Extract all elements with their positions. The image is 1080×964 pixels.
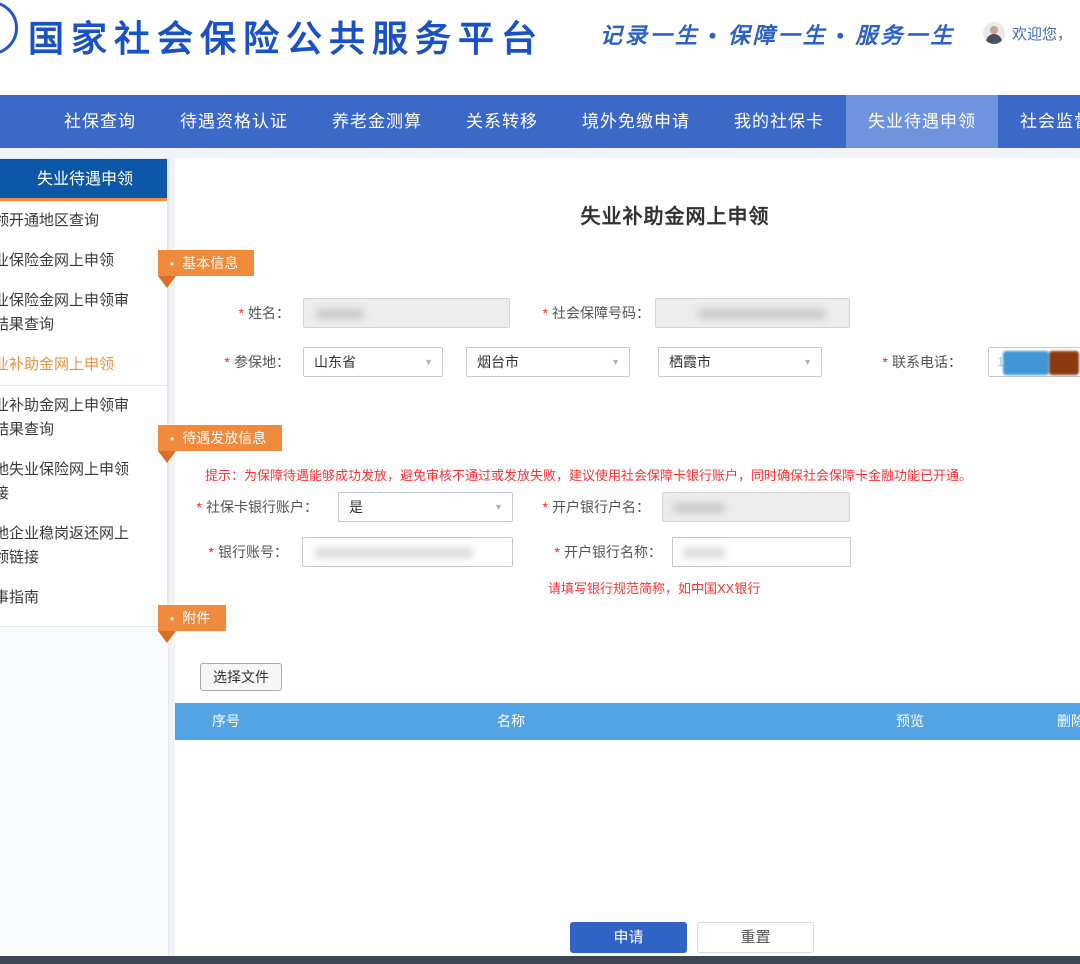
- column-header-preview: 预览: [896, 703, 924, 740]
- chevron-down-icon: ▼: [424, 348, 433, 376]
- redaction-block-brown: [1049, 351, 1079, 375]
- main-panel: 失业补助金网上申领 •基本信息 *姓名： *社会保障号码： *参保地： 山东省▼…: [175, 158, 1080, 956]
- page: 国家社会保险公共服务平台 记录一生 • 保障一生 • 服务一生 欢迎您， 社保查…: [0, 0, 1080, 964]
- sscard-value: 是: [349, 499, 363, 515]
- nav-item-shehui-jiandu[interactable]: 社会监督: [998, 95, 1080, 148]
- nav-item-yanglaojin-cesuan[interactable]: 养老金测算: [310, 95, 444, 148]
- redacted-bank-name: [683, 548, 725, 558]
- section-payment-info: • 待遇发放信息: [158, 425, 282, 451]
- redaction-block-blue: [1003, 351, 1049, 375]
- chevron-down-icon: ▼: [803, 348, 812, 376]
- site-slogan: 记录一生 • 保障一生 • 服务一生: [600, 18, 955, 50]
- redacted-ssn: [698, 309, 826, 319]
- bullet-icon: •: [170, 612, 174, 626]
- name-field[interactable]: [303, 298, 510, 328]
- page-title: 失业补助金网上申领: [175, 200, 1080, 229]
- district-value: 栖霞市: [669, 354, 711, 370]
- sidebar-item-subsidy-apply[interactable]: 失业补助金网上申领: [0, 345, 167, 385]
- sidebar-item-subsidy-apply-result[interactable]: 失业补助金网上申领审核结果查询: [0, 385, 167, 450]
- column-header-name: 名称: [497, 703, 525, 740]
- nav-item-guanxi-zhuanyi[interactable]: 关系转移: [444, 95, 560, 148]
- nav-item-shebao-chaxun[interactable]: 社保查询: [42, 95, 158, 148]
- bank-name-field[interactable]: [672, 537, 851, 567]
- name-label: *姓名：: [175, 298, 290, 328]
- sidebar: 失业待遇申领 申领开通地区查询 失业保险金网上申领 失业保险金网上申领审核结果查…: [0, 158, 168, 627]
- city-select[interactable]: 烟台市 ▼: [466, 347, 630, 377]
- main-nav: 社保查询 待遇资格认证 养老金测算 关系转移 境外免缴申请 我的社保卡 失业待遇…: [0, 95, 1080, 148]
- section-basic-label: 基本信息: [182, 255, 238, 271]
- nav-item-wode-shebaoka[interactable]: 我的社保卡: [712, 95, 846, 148]
- chevron-down-icon: ▼: [494, 493, 503, 521]
- user-avatar-icon: [983, 22, 1005, 44]
- column-header-delete: 删除: [1057, 703, 1080, 740]
- ssn-label: *社会保障号码：: [530, 298, 650, 328]
- user-welcome: 欢迎您，: [983, 22, 1072, 44]
- site-header: 国家社会保险公共服务平台 记录一生 • 保障一生 • 服务一生 欢迎您，: [0, 0, 1080, 95]
- redacted-bank-account: [315, 548, 473, 558]
- province-value: 山东省: [314, 354, 356, 370]
- column-header-index: 序号: [212, 703, 240, 740]
- ssn-field[interactable]: [655, 298, 850, 328]
- bullet-icon: •: [170, 432, 174, 446]
- city-value: 烟台市: [477, 354, 519, 370]
- section-payment-label: 待遇发放信息: [182, 430, 266, 446]
- province-select[interactable]: 山东省 ▼: [303, 347, 443, 377]
- reset-button[interactable]: 重置: [697, 922, 814, 953]
- nav-item-daiyu-zige-renzheng[interactable]: 待遇资格认证: [158, 95, 310, 148]
- chevron-down-icon: ▼: [611, 348, 620, 376]
- account-name-label: *开户银行户名：: [530, 492, 650, 522]
- welcome-text[interactable]: 欢迎您，: [1012, 23, 1072, 44]
- redacted-name: [316, 309, 364, 319]
- sidebar-item-opened-area-query[interactable]: 申领开通地区查询: [0, 201, 167, 241]
- area-label: *参保地：: [175, 347, 290, 377]
- bullet-icon: •: [170, 257, 174, 271]
- sscard-label: *社保卡银行账户：: [175, 492, 318, 522]
- bank-name-hint: 请填写银行规范简称，如中国XX银行: [548, 578, 760, 597]
- section-basic-info: • 基本信息: [158, 250, 254, 276]
- phone-label: *联系电话：: [835, 347, 962, 377]
- phone-field[interactable]: 15966: [988, 347, 1080, 377]
- bank-name-label: *开户银行名称：: [530, 537, 662, 567]
- sidebar-item-insurance-apply[interactable]: 失业保险金网上申领: [0, 241, 167, 281]
- form-actions: 申请 重置: [175, 922, 1080, 953]
- section-attachments: • 附件: [158, 605, 226, 631]
- site-title: 国家社会保险公共服务平台: [28, 10, 544, 62]
- choose-file-button[interactable]: 选择文件: [200, 663, 282, 691]
- district-select[interactable]: 栖霞市 ▼: [658, 347, 822, 377]
- sidebar-item-guide[interactable]: 办事指南: [0, 578, 167, 618]
- nav-item-shiye-daiyu-shenling[interactable]: 失业待遇申领: [846, 95, 998, 148]
- sidebar-title: 失业待遇申领: [0, 159, 167, 201]
- attachments-table-header: 序号 名称 预览 删除: [175, 703, 1080, 740]
- site-logo-icon: [0, 1, 18, 55]
- bank-account-field[interactable]: [302, 537, 513, 567]
- sidebar-item-local-wengang-links[interactable]: 各地企业稳岗返还网上申领链接: [0, 514, 167, 578]
- section-attachments-label: 附件: [182, 610, 210, 626]
- account-name-field[interactable]: [662, 492, 850, 522]
- payment-tip: 提示：为保障待遇能够成功发放，避免审核不通过或发放失败，建议使用社会保障卡银行账…: [205, 465, 972, 484]
- sidebar-item-insurance-apply-result[interactable]: 失业保险金网上申领审核结果查询: [0, 281, 167, 345]
- sscard-select[interactable]: 是▼: [338, 492, 513, 522]
- nav-item-jingwai-mianjiao[interactable]: 境外免缴申请: [560, 95, 712, 148]
- redacted-account-name: [673, 503, 725, 513]
- apply-button[interactable]: 申请: [570, 922, 687, 953]
- sidebar-item-local-insurance-links[interactable]: 各地失业保险网上申领链接: [0, 450, 167, 514]
- footer-bar: [0, 956, 1080, 964]
- bank-account-label: *银行账号：: [175, 537, 288, 567]
